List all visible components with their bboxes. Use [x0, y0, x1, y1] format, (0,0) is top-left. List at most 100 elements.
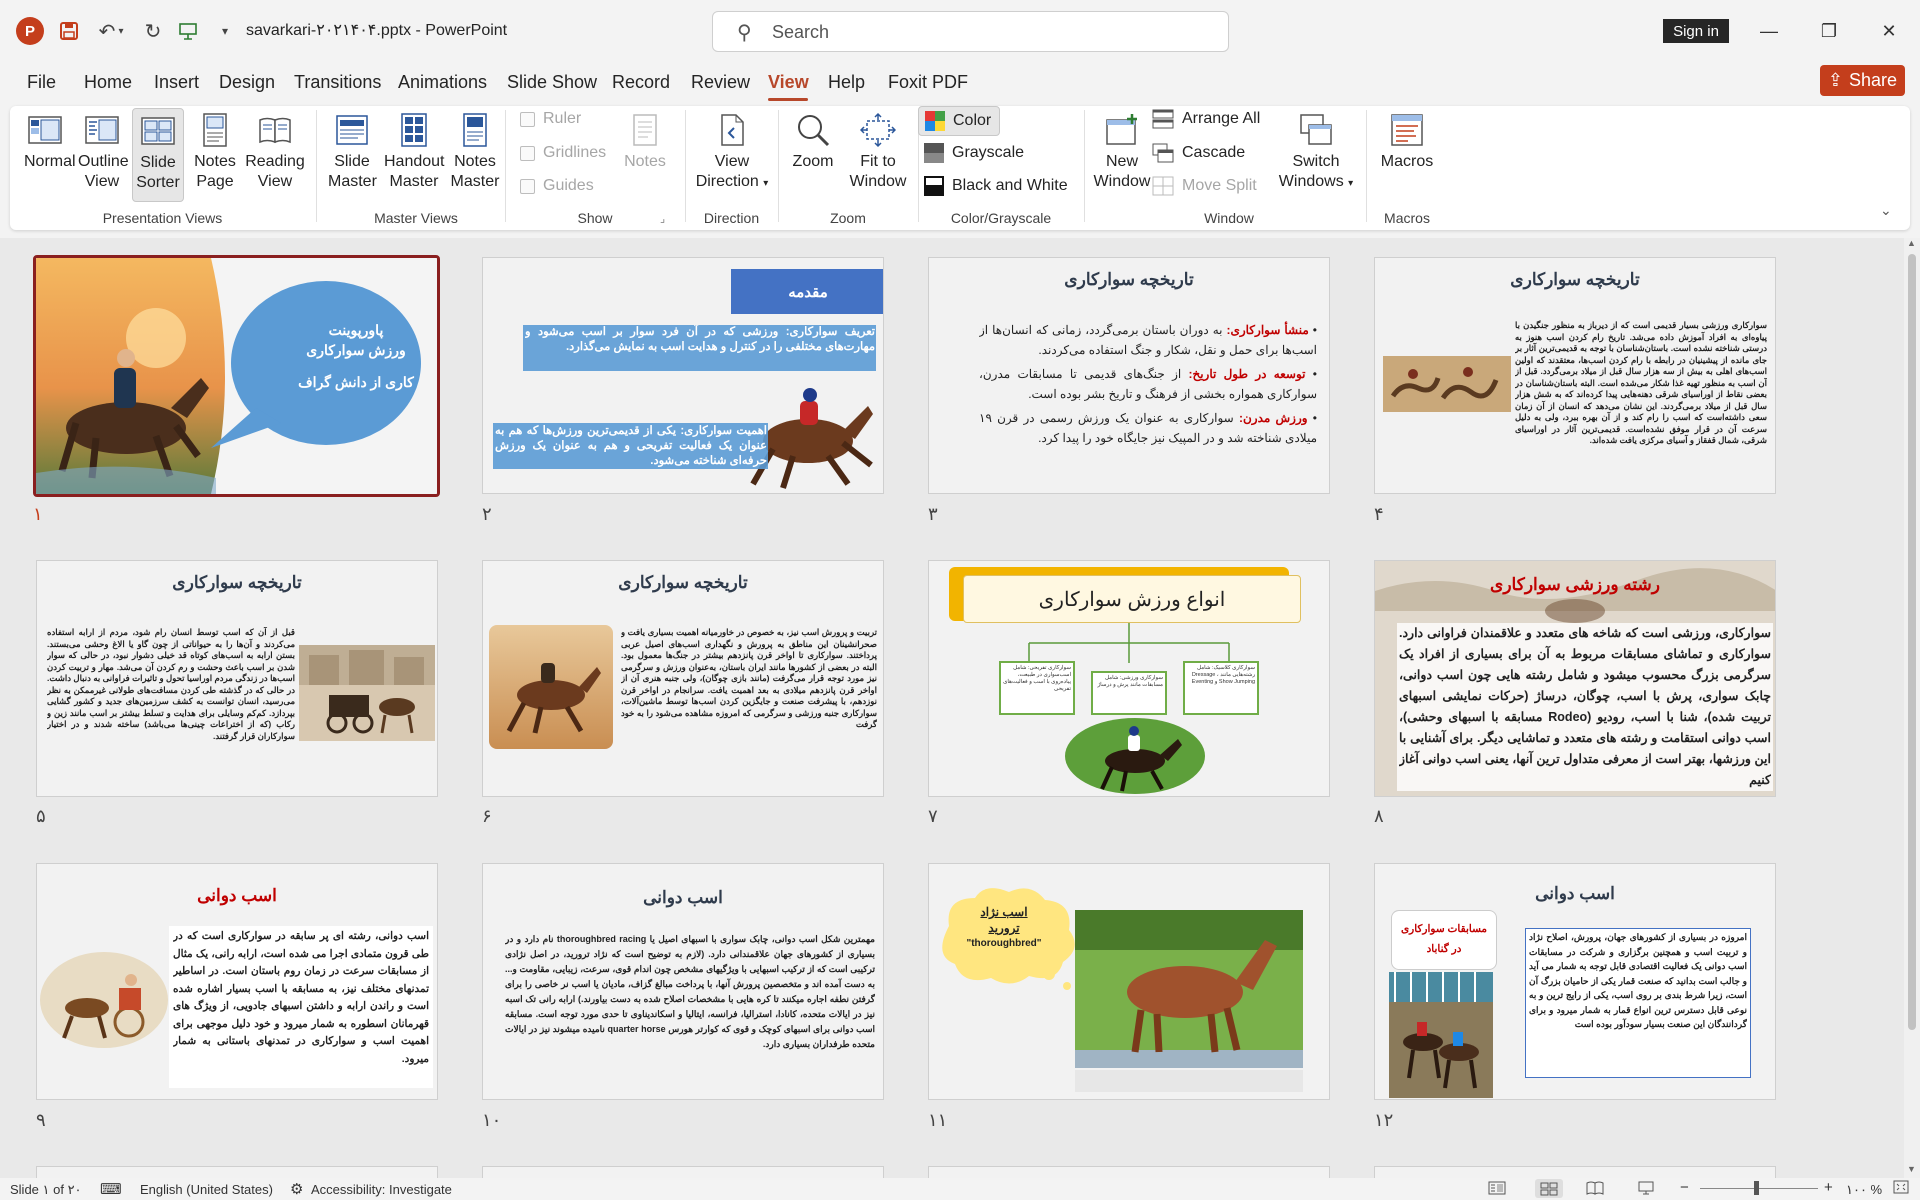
tab-animations[interactable]: Animations [398, 72, 487, 93]
tab-insert[interactable]: Insert [154, 72, 199, 93]
slide-thumbnail-12[interactable]: اسب دوانی مسابقات سوارکاری در گناباد امر… [1374, 863, 1776, 1100]
notes-master-button[interactable]: Notes Master [450, 112, 500, 192]
slide-thumbnail-5[interactable]: تاریخچه سوارکاری قبل از آن که اسب توسط ا… [36, 560, 438, 797]
normal-view-button[interactable]: Normal [24, 112, 76, 172]
slide-thumbnail-10[interactable]: اسب دوانی مهمترین شکل اسب دوانی، چابک سو… [482, 863, 884, 1100]
slide-thumbnail-2[interactable]: مقدمه تعریف سوارکاری: ورزشی که در آن فرد… [482, 257, 884, 494]
slide-sorter-button[interactable]: Slide Sorter [132, 108, 184, 202]
tab-review[interactable]: Review [691, 72, 750, 93]
slide-thumbnail-16-partial[interactable] [1374, 1166, 1776, 1178]
scrollbar-thumb[interactable] [1908, 254, 1916, 1030]
title-bar: P ↶ ▾ ↻ ▾ savarkari-۲۰۲۱۴۰۴.pptx - Power… [0, 0, 1920, 62]
share-button[interactable]: ⇪ Share [1820, 65, 1905, 96]
arrange-all-icon [1152, 109, 1174, 129]
slide-thumbnail-11[interactable]: اسب نژاد ترورید "thoroughbred" [928, 863, 1330, 1100]
tab-transitions[interactable]: Transitions [294, 72, 381, 93]
spelling-check-icon[interactable]: ⌨ [100, 1180, 122, 1198]
slide-7-box-3: سوارکاری کلاسیک: شامل رشته‌هایی مانند Dr… [1183, 661, 1259, 715]
tab-view[interactable]: View [768, 72, 809, 93]
notes-page-icon [197, 112, 233, 148]
outline-view-button[interactable]: Outline View [78, 112, 129, 192]
zoom-button[interactable]: Zoom [788, 112, 838, 172]
slide-counter: Slide ۱ of ۲۰ [10, 1182, 82, 1197]
undo-dropdown-icon[interactable]: ▾ [114, 16, 128, 46]
tab-file[interactable]: File [27, 72, 56, 93]
zoom-slider-track[interactable] [1700, 1188, 1818, 1189]
slide-thumbnail-6[interactable]: تاریخچه سوارکاری تربیت و پرورش اسب نیز، … [482, 560, 884, 797]
jockey-horse-image [1065, 718, 1205, 794]
move-split-button[interactable]: Move Split [1152, 173, 1257, 199]
slide-thumbnail-1[interactable]: پاورپوینت ورزش سوارکاری کاری از دانش گرا… [33, 255, 440, 497]
slide-thumbnail-9[interactable]: اسب دوانی اسب دوانی، رشته ای پر سابقه در… [36, 863, 438, 1100]
close-icon[interactable]: ✕ [1869, 14, 1909, 48]
slide-master-button[interactable]: Slide Master [328, 112, 377, 192]
cascade-button[interactable]: Cascade [1152, 140, 1245, 166]
tab-help[interactable]: Help [828, 72, 865, 93]
guides-checkbox[interactable]: Guides [520, 173, 594, 199]
customize-toolbar-icon[interactable]: ▾ [210, 16, 240, 46]
scroll-down-icon[interactable]: ▼ [1907, 1164, 1916, 1174]
reading-view-button[interactable]: Reading View [244, 112, 306, 192]
fit-slide-icon[interactable] [1893, 1180, 1909, 1194]
language-indicator[interactable]: English (United States) [140, 1182, 273, 1197]
grayscale-button[interactable]: Grayscale [924, 140, 1024, 166]
accessibility-status[interactable]: Accessibility: Investigate [311, 1182, 452, 1197]
tab-design[interactable]: Design [219, 72, 275, 93]
restore-icon[interactable]: ❐ [1809, 14, 1849, 48]
slide-10-title: اسب دوانی [643, 888, 723, 907]
tab-foxit-pdf[interactable]: Foxit PDF [888, 72, 968, 93]
black-and-white-button[interactable]: Black and White [924, 173, 1068, 199]
ruler-checkbox[interactable]: Ruler [520, 106, 581, 132]
slide-thumbnail-15-partial[interactable] [928, 1166, 1330, 1178]
slide-thumbnail-8[interactable]: رشته ورزشی سوارکاری سوارکاری، ورزشی است … [1374, 560, 1776, 797]
chariot-painting-image [40, 952, 168, 1048]
slide-thumbnail-13-partial[interactable] [36, 1166, 438, 1178]
arrange-all-button[interactable]: Arrange All [1152, 106, 1260, 132]
reading-view-status-icon[interactable] [1586, 1181, 1604, 1195]
slide-thumbnail-3[interactable]: تاریخچه سوارکاری • منشأ سوارکاری: به دور… [928, 257, 1330, 494]
fit-to-window-button[interactable]: Fit to Window [846, 112, 910, 192]
macros-button[interactable]: Macros [1376, 112, 1438, 172]
switch-windows-button[interactable]: Switch Windows ▾ [1276, 112, 1356, 194]
collapse-ribbon-icon[interactable]: ⌄ [1880, 202, 1892, 219]
tab-slide-show[interactable]: Slide Show [507, 72, 597, 93]
slide-sorter-area[interactable]: پاورپوینت ورزش سوارکاری کاری از دانش گرا… [0, 238, 1904, 1178]
tab-home[interactable]: Home [84, 72, 132, 93]
vertical-scrollbar[interactable]: ▲ ▼ [1904, 238, 1920, 1178]
tab-record[interactable]: Record [612, 72, 670, 93]
show-dialog-launcher-icon[interactable]: ⌟ [660, 212, 665, 225]
zoom-percentage[interactable]: ۱۰۰ % [1846, 1182, 1882, 1198]
redo-icon[interactable]: ↻ [138, 16, 168, 46]
view-ribbon: Normal Outline View Slide Sorter Notes Page… [10, 106, 1910, 230]
sign-in-button[interactable]: Sign in [1663, 19, 1729, 43]
present-icon[interactable] [173, 16, 203, 46]
slide-show-status-icon[interactable] [1637, 1181, 1655, 1195]
slide-number-7: ۷ [928, 806, 938, 826]
zoom-slider-thumb[interactable] [1754, 1181, 1759, 1195]
cascade-icon [1152, 143, 1174, 163]
slide-2-header: مقدمه [731, 269, 883, 314]
new-window-button[interactable]: New Window [1090, 112, 1154, 192]
color-button[interactable]: Color [918, 106, 1001, 136]
notes-pane-button[interactable]: Notes [622, 112, 668, 172]
slide-number-2: ۲ [482, 504, 492, 524]
save-icon[interactable] [54, 16, 84, 46]
move-split-icon [1152, 176, 1174, 196]
view-direction-button[interactable]: View Direction ▾ [694, 112, 770, 194]
slide-number-1: ۱ [33, 504, 43, 524]
handout-master-button[interactable]: Handout Master [384, 112, 445, 192]
scroll-up-icon[interactable]: ▲ [1907, 238, 1916, 248]
slide-sorter-status-icon[interactable] [1535, 1179, 1563, 1198]
notes-page-button[interactable]: Notes Page [192, 112, 238, 192]
search-box[interactable]: ⚲ Search [712, 11, 1229, 52]
slide-thumbnail-4[interactable]: تاریخچه سوارکاری سوارکاری ورزشی بسیار قد… [1374, 257, 1776, 494]
zoom-out-icon[interactable]: − [1680, 1179, 1689, 1196]
gridlines-checkbox[interactable]: Gridlines [520, 140, 606, 166]
normal-view-status-icon[interactable] [1488, 1181, 1506, 1195]
slide-3-body: • منشأ سوارکاری: به دوران باستان برمی‌گر… [979, 323, 1317, 445]
slide-thumbnail-7[interactable]: انواع ورزش سوارکاری سوارکاری تفریحی: شام… [928, 560, 1330, 797]
active-tab-underline [768, 98, 808, 101]
zoom-in-icon[interactable]: + [1824, 1179, 1833, 1196]
slide-thumbnail-14-partial[interactable] [482, 1166, 884, 1178]
minimize-icon[interactable]: — [1749, 14, 1789, 48]
